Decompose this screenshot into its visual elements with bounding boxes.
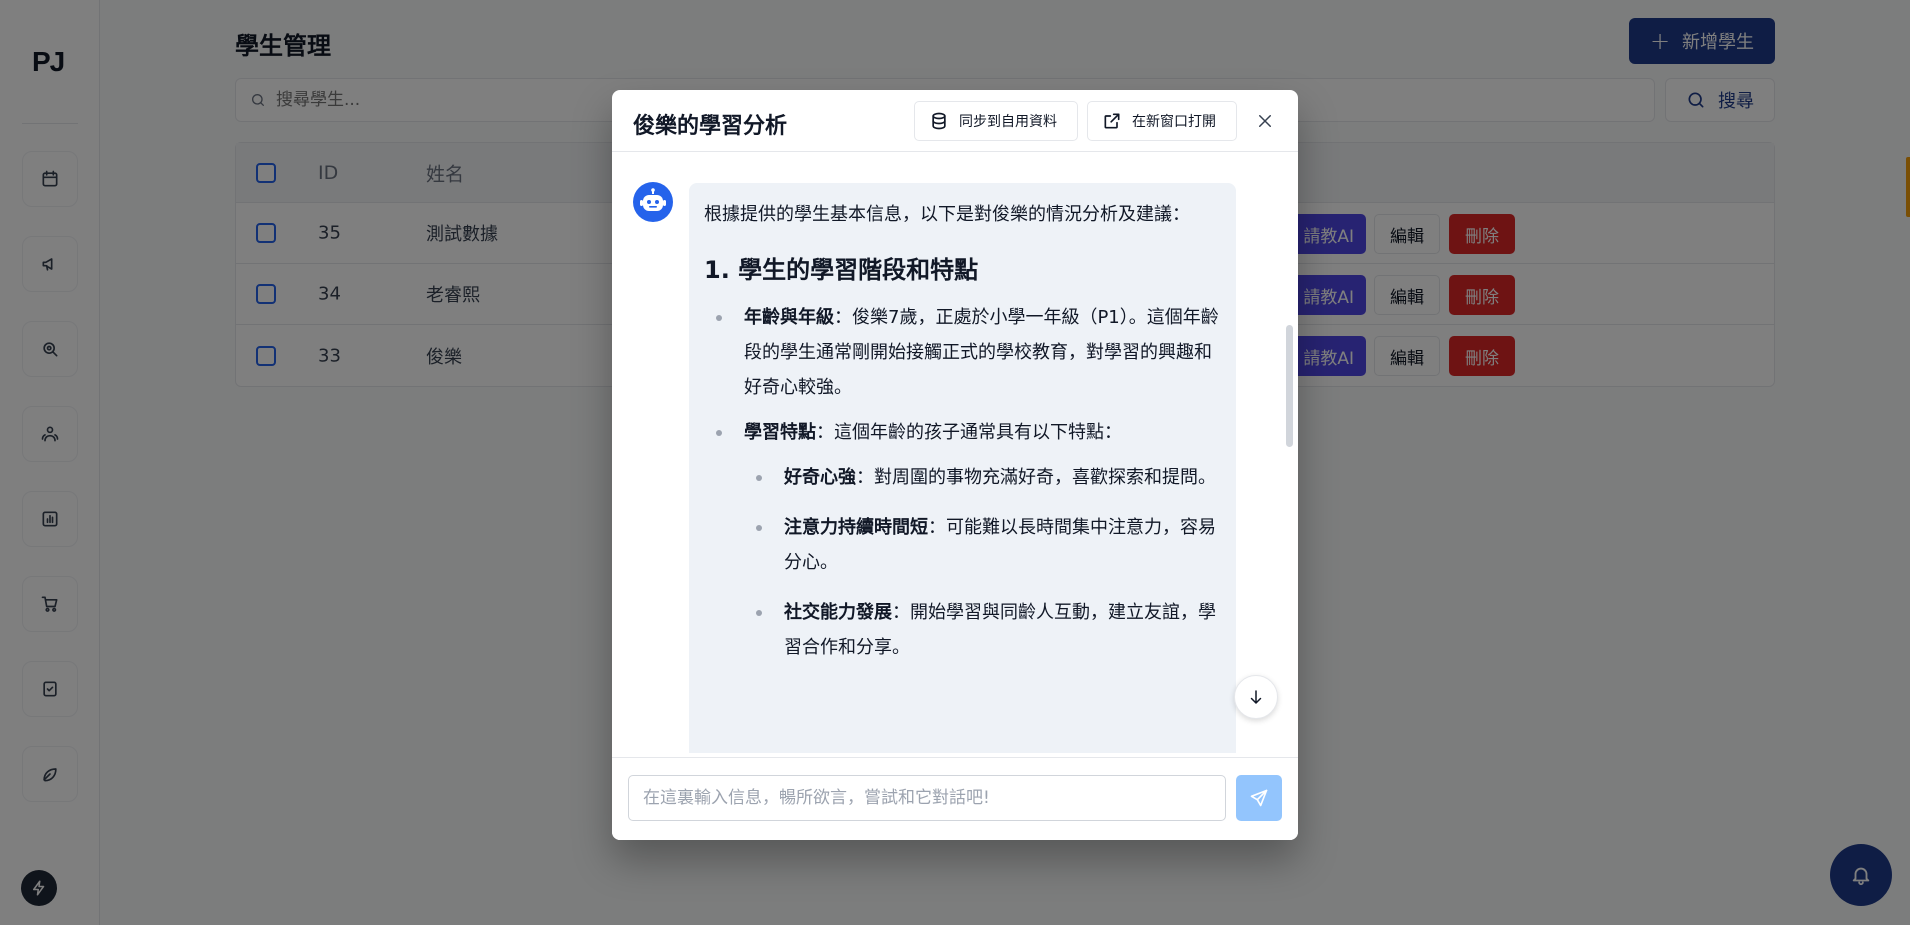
- sync-to-personal-data-button[interactable]: 同步到自用資料: [914, 101, 1078, 141]
- close-modal-button[interactable]: [1252, 108, 1278, 134]
- bot-avatar: [633, 182, 673, 222]
- message-list: 年齡與年級：俊樂7歲，正處於小學一年級（P1）。這個年齡段的學生通常剛開始接觸正…: [704, 300, 1221, 665]
- list-item: 學習特點：這個年齡的孩子通常具有以下特點：: [704, 415, 1221, 450]
- sub-list-item: 社交能力發展：開始學習與同齡人互動，建立友誼，學習合作和分享。: [704, 595, 1221, 665]
- open-new-window-button[interactable]: 在新窗口打開: [1087, 101, 1237, 141]
- message-input[interactable]: [628, 775, 1226, 821]
- sync-button-label: 同步到自用資料: [959, 114, 1057, 130]
- send-icon: [1250, 789, 1268, 807]
- bot-message: 根據提供的學生基本信息，以下是對俊樂的情況分析及建議： 1. 學生的學習階段和特…: [689, 183, 1236, 753]
- list-item: 年齡與年級：俊樂7歲，正處於小學一年級（P1）。這個年齡段的學生通常剛開始接觸正…: [704, 300, 1221, 405]
- message-intro: 根據提供的學生基本信息，以下是對俊樂的情況分析及建議：: [704, 204, 1190, 225]
- robot-icon: [640, 188, 666, 211]
- sub-list-item: 注意力持續時間短：可能難以長時間集中注意力，容易分心。: [704, 510, 1221, 580]
- external-link-icon: [1104, 113, 1120, 129]
- list-item-label: 好奇心強: [784, 467, 856, 488]
- list-item-label: 學習特點: [744, 422, 816, 443]
- arrow-down-icon: [1250, 690, 1262, 704]
- analysis-modal: 俊樂的學習分析 同步到自用資料 在新窗口打開 根據提供的學生基本信息，以下是對俊…: [612, 90, 1298, 840]
- scrollbar-thumb[interactable]: [1286, 325, 1293, 447]
- close-icon: [1259, 115, 1271, 127]
- list-item-label: 社交能力發展: [784, 602, 892, 623]
- list-item-label: 注意力持續時間短: [784, 517, 928, 538]
- list-item-text: ：這個年齡的孩子通常具有以下特點：: [816, 422, 1122, 443]
- modal-header: 俊樂的學習分析 同步到自用資料 在新窗口打開: [612, 90, 1298, 152]
- chat-area[interactable]: 根據提供的學生基本信息，以下是對俊樂的情況分析及建議： 1. 學生的學習階段和特…: [612, 153, 1298, 753]
- list-item-label: 年齡與年級: [744, 307, 834, 328]
- list-item-text: ：對周圍的事物充滿好奇，喜歡探索和提問。: [856, 467, 1216, 488]
- send-button[interactable]: [1236, 775, 1282, 821]
- scroll-to-bottom-button[interactable]: [1234, 675, 1278, 719]
- modal-title: 俊樂的學習分析: [633, 114, 788, 139]
- sub-list-item: 好奇心強：對周圍的事物充滿好奇，喜歡探索和提問。: [704, 460, 1221, 495]
- open-window-button-label: 在新窗口打開: [1132, 114, 1216, 130]
- message-section-heading: 1. 學生的學習階段和特點: [704, 256, 979, 284]
- modal-footer: [612, 757, 1298, 840]
- database-icon: [932, 112, 946, 130]
